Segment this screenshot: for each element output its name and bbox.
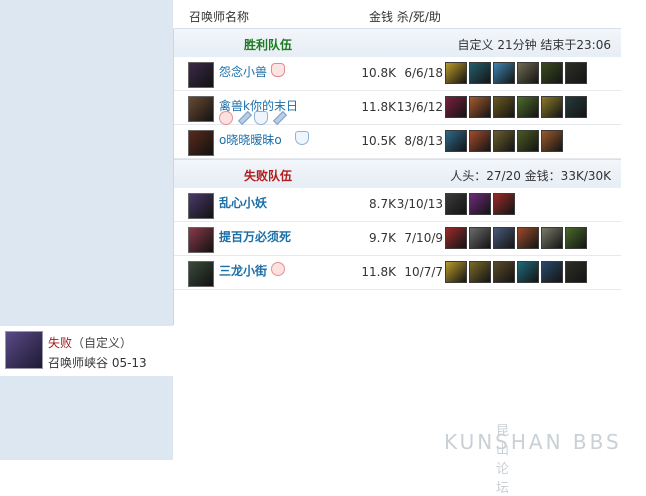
player-row[interactable]: 乱心小妖 8.7K 3/10/13 [174,188,621,222]
item-icon[interactable] [565,96,587,118]
item-icon[interactable] [469,96,491,118]
item-icon[interactable] [517,96,539,118]
item-icon[interactable] [493,227,515,249]
item-icon[interactable] [493,193,515,215]
item-icon[interactable] [517,130,539,152]
player-kda: 7/10/9 [404,231,443,245]
game-result: 失败 [48,336,73,350]
item-icon[interactable] [493,96,515,118]
player-row[interactable]: 三龙小街 11.8K 10/7/7 [174,256,621,290]
item-slots [445,62,589,86]
heart-icon [271,262,285,276]
player-name-link[interactable]: 三龙小街 [219,262,267,279]
player-kda: 13/6/12 [396,100,443,114]
player-name-link[interactable]: o晓晓暧昧o [219,131,282,148]
item-icon[interactable] [565,62,587,84]
item-icon[interactable] [541,130,563,152]
item-slots [445,193,517,217]
sword-icon [272,110,288,126]
player-gold: 9.7K [369,231,396,245]
player-gold: 8.7K [369,197,396,211]
champion-avatar-icon[interactable] [188,96,214,122]
champion-avatar-icon[interactable] [188,227,214,253]
player-kda: 10/7/7 [404,265,443,279]
item-slots [445,261,589,285]
watermark-en: KUNSHAN BBS [444,430,622,454]
player-row[interactable]: 提百万必须死 9.7K 7/10/9 [174,222,621,256]
player-gold: 11.8K [361,265,396,279]
sword-icon [237,110,253,126]
player-kda: 6/6/18 [404,66,443,80]
match-info: 自定义 21分钟 结束于23:06 [457,38,611,52]
player-row[interactable]: 怨念小兽 10.8K 6/6/18 [174,57,621,91]
item-icon[interactable] [445,261,467,283]
item-slots [445,96,589,120]
item-icon[interactable] [493,130,515,152]
item-slots [445,130,565,154]
last-game-card[interactable]: 失败（自定义） 召唤师峡谷 05-13 [0,326,173,376]
player-kda: 3/10/13 [396,197,443,211]
lose-team-title: 失败队伍 [244,169,293,183]
champion-avatar-icon[interactable] [188,193,214,219]
player-kda: 8/8/13 [404,134,443,148]
item-slots [445,227,589,251]
player-badges [295,131,312,145]
player-badges [219,110,289,126]
item-icon[interactable] [445,96,467,118]
champion-avatar-icon[interactable] [188,62,214,88]
item-icon[interactable] [445,62,467,84]
gold-kda-column-header: 金钱 杀/死/助 [369,10,441,24]
item-icon[interactable] [493,261,515,283]
team-totals: 人头：27/20 金钱：33K/30K [450,169,611,183]
item-icon[interactable] [469,130,491,152]
player-badges [271,63,288,77]
item-icon[interactable] [517,62,539,84]
player-row[interactable]: o晓晓暧昧o 10.5K 8/8/13 [174,125,621,159]
item-icon[interactable] [469,193,491,215]
game-map-date: 召唤师峡谷 05-13 [48,356,147,370]
summoner-column-header: 召唤师名称 [189,10,250,24]
shield-icon [295,131,309,145]
item-icon[interactable] [565,227,587,249]
shield-icon [254,111,268,125]
item-icon[interactable] [493,62,515,84]
item-icon[interactable] [469,227,491,249]
item-icon[interactable] [517,227,539,249]
win-team-bar: 胜利队伍 自定义 21分钟 结束于23:06 [174,28,621,59]
game-mode: （自定义） [72,336,133,350]
player-name-link[interactable]: 提百万必须死 [219,228,291,245]
player-badges [271,262,288,276]
player-name-link[interactable]: 乱心小妖 [219,194,267,211]
item-icon[interactable] [469,261,491,283]
player-name-link[interactable]: 怨念小兽 [219,63,267,80]
player-gold: 11.8K [361,100,396,114]
player-row[interactable]: 禽兽k你的末日 11.8K 13/6/12 [174,91,621,126]
champion-portrait-icon [5,331,43,369]
win-team-title: 胜利队伍 [244,38,293,52]
item-icon[interactable] [541,261,563,283]
item-icon[interactable] [445,193,467,215]
item-icon[interactable] [565,261,587,283]
sidebar [0,0,173,460]
player-gold: 10.8K [361,66,396,80]
item-icon[interactable] [541,227,563,249]
item-icon[interactable] [517,261,539,283]
player-gold: 10.5K [361,134,396,148]
champion-avatar-icon[interactable] [188,130,214,156]
item-icon[interactable] [541,96,563,118]
hand-icon [271,63,285,77]
item-icon[interactable] [445,130,467,152]
table-header: 召唤师名称 金钱 杀/死/助 [173,0,621,29]
lose-team-bar: 失败队伍 人头：27/20 金钱：33K/30K [174,159,621,190]
heart-icon [219,111,233,125]
item-icon[interactable] [469,62,491,84]
item-icon[interactable] [445,227,467,249]
champion-avatar-icon[interactable] [188,261,214,287]
item-icon[interactable] [541,62,563,84]
